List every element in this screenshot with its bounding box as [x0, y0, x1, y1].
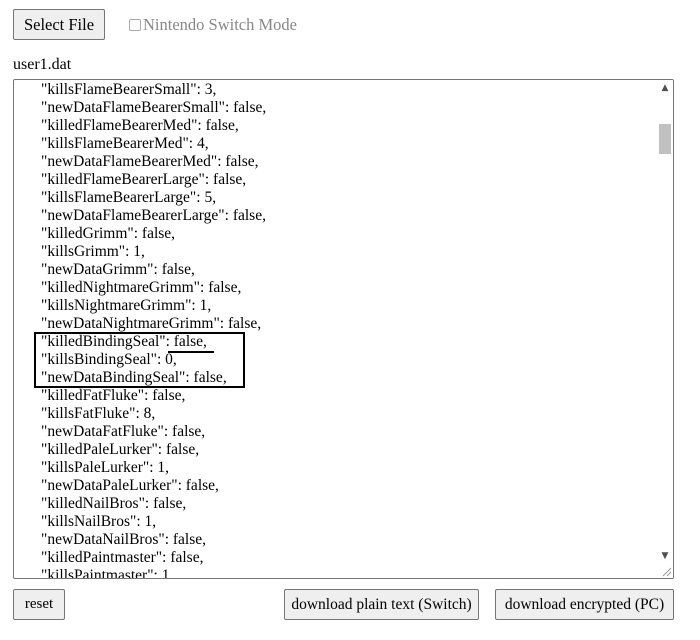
editor-line: "killedBindingSeal": false,: [41, 333, 207, 350]
vertical-scrollbar[interactable]: ▲ ▼: [657, 80, 673, 578]
editor-line: "killsNightmareGrimm": 1,: [41, 297, 212, 314]
reset-button[interactable]: reset: [13, 589, 65, 620]
editor-line: "newDataPaleLurker": false,: [41, 477, 219, 494]
editor-line: "killsFlameBearerLarge": 5,: [41, 189, 217, 206]
editor-line: "newDataGrimm": false,: [41, 261, 195, 278]
resize-grip-icon[interactable]: [660, 565, 672, 577]
editor-line: "newDataFlameBearerMed": false,: [41, 153, 259, 170]
editor-line: "killedNightmareGrimm": false,: [41, 279, 242, 296]
editor-line: "killsBindingSeal": 0,: [41, 351, 177, 368]
select-file-button[interactable]: Select File: [13, 9, 105, 40]
editor-line: "killsFatFluke": 8,: [41, 405, 156, 422]
download-plain-text-button[interactable]: download plain text (Switch): [284, 589, 479, 620]
editor-line: "killsPaintmaster": 1,: [41, 567, 174, 579]
editor-line: "killedPaintmaster": false,: [41, 549, 204, 566]
editor-line: "newDataBindingSeal": false,: [41, 369, 227, 386]
editor-line: "killedPaleLurker": false,: [41, 441, 200, 458]
nintendo-switch-mode-toggle[interactable]: Nintendo Switch Mode: [129, 15, 297, 35]
editor-line: "killedFlameBearerLarge": false,: [41, 171, 247, 188]
download-encrypted-button[interactable]: download encrypted (PC): [495, 589, 674, 620]
editor-line: "newDataFlameBearerSmall": false,: [41, 99, 267, 116]
switch-mode-label: Nintendo Switch Mode: [143, 15, 297, 34]
save-data-editor[interactable]: "killsFlameBearerSmall": 3, "newDataFlame…: [13, 79, 674, 579]
editor-line: "killsGrimm": 1,: [41, 243, 145, 260]
editor-line: "newDataNailBros": false,: [41, 531, 207, 548]
editor-line: "killedGrimm": false,: [41, 225, 176, 242]
editor-line: "killedFlameBearerMed": false,: [41, 117, 239, 134]
editor-line: "killsPaleLurker": 1,: [41, 459, 170, 476]
scrollbar-thumb[interactable]: [659, 124, 671, 154]
editor-line: "killedFatFluke": false,: [41, 387, 186, 404]
editor-line: "killedNailBros": false,: [41, 495, 187, 512]
chevron-down-icon[interactable]: ▼: [657, 548, 673, 564]
editor-content[interactable]: "killsFlameBearerSmall": 3, "newDataFlame…: [41, 81, 267, 579]
chevron-up-icon[interactable]: ▲: [657, 80, 673, 96]
editor-line: "newDataNightmareGrimm": false,: [41, 315, 262, 332]
switch-mode-checkbox[interactable]: [129, 19, 141, 31]
editor-line: "killsFlameBearerSmall": 3,: [41, 81, 217, 98]
editor-line: "newDataFatFluke": false,: [41, 423, 206, 440]
editor-line: "newDataFlameBearerLarge": false,: [41, 207, 266, 224]
file-name-label: user1.dat: [13, 56, 72, 73]
editor-line: "killsFlameBearerMed": 4,: [41, 135, 209, 152]
editor-line: "killsNailBros": 1,: [41, 513, 157, 530]
